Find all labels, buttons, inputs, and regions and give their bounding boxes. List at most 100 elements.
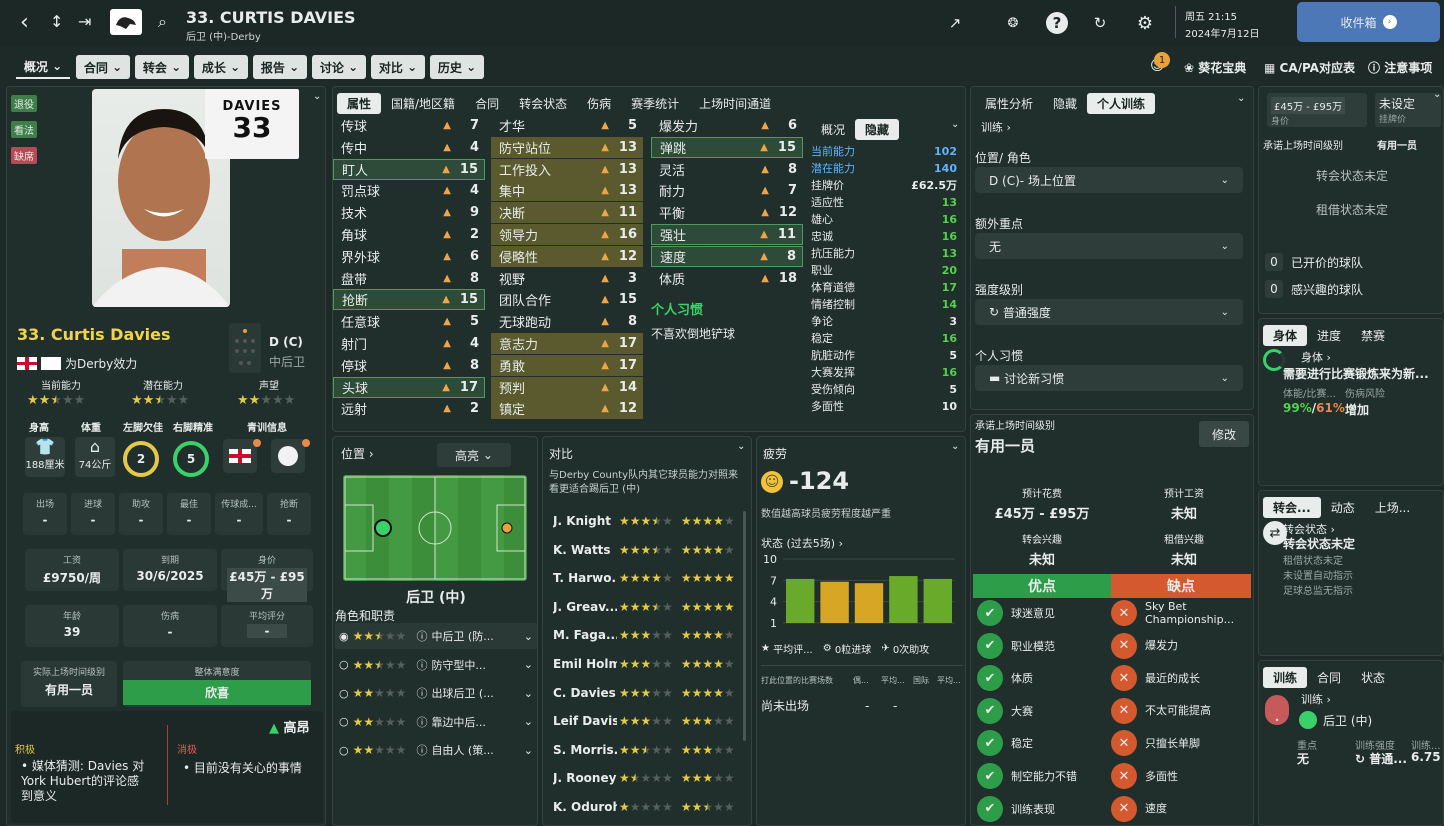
menu-history[interactable]: 历史 ⌄ — [430, 55, 484, 79]
tab-attr-analysis[interactable]: 属性分析 — [975, 93, 1043, 114]
chevron-down-icon[interactable]: ⌄ — [524, 658, 533, 671]
attribute-row[interactable]: 侵略性 ▲ 12 — [491, 245, 643, 267]
tag-absent[interactable]: 缺席 — [11, 147, 37, 164]
radio-icon[interactable]: ○ — [339, 715, 349, 728]
form-bar[interactable] — [786, 578, 815, 623]
chevron-down-icon[interactable]: ⌄ — [524, 744, 533, 757]
tag-retire[interactable]: 退役 — [11, 95, 37, 112]
form-bar[interactable] — [889, 576, 918, 623]
form-bar[interactable] — [820, 581, 849, 623]
bids-row[interactable]: 0 已开价的球队 — [1265, 253, 1363, 271]
attribute-row[interactable]: 罚点球 ▲ 4 — [333, 180, 485, 201]
attribute-row[interactable]: 头球 ▲ 17 — [333, 376, 485, 398]
rocket-icon[interactable]: ↗ — [944, 12, 966, 34]
tab-season-stats[interactable]: 赛季统计 — [621, 93, 689, 114]
attribute-row[interactable]: 爆发力 ▲ 6 — [651, 115, 803, 136]
info-icon[interactable]: ⓘ — [416, 657, 427, 673]
attribute-row[interactable]: 射门 ▲ 4 — [333, 333, 485, 354]
tab-injury[interactable]: 伤病 — [577, 93, 621, 114]
chevron-down-icon[interactable]: ⌄ — [951, 119, 959, 130]
role-row[interactable]: ○ ★★★★★ ⓘ 靠边中后... ⌄ — [335, 709, 537, 735]
tab-attributes[interactable]: 属性 — [337, 93, 382, 114]
compare-player-row[interactable]: S. Morris...★★★★★★★★★★ — [553, 738, 747, 762]
chevron-down-icon[interactable]: ⌄ — [524, 630, 533, 643]
tab-appearances[interactable]: 上场... — [1365, 497, 1420, 518]
chevron-down-icon[interactable]: ⌄ — [1433, 89, 1441, 100]
attribute-row[interactable]: 意志力 ▲ 17 — [491, 333, 643, 354]
radio-icon[interactable]: ◉ — [339, 630, 349, 643]
highlight-dropdown[interactable]: 高亮 ⌄ — [437, 443, 511, 467]
menu-reports[interactable]: 报告 ⌄ — [253, 55, 307, 79]
menu-contract[interactable]: 合同 ⌄ — [76, 55, 130, 79]
tab-suspension[interactable]: 禁赛 — [1351, 325, 1395, 346]
tab-transfer-status[interactable]: 转会状态 — [509, 93, 577, 114]
attribute-row[interactable]: 无球跑动 ▲ 8 — [491, 311, 643, 332]
attribute-row[interactable]: 灵活 ▲ 8 — [651, 159, 803, 180]
tab-transfer-2[interactable]: 转会... — [1263, 497, 1321, 518]
link-notes[interactable]: ⓘ 注意事项 — [1368, 59, 1432, 76]
compare-player-row[interactable]: M. Faga... ★★★★★ ★★★★★ — [553, 623, 747, 647]
attribute-row[interactable]: 强壮 ▲ 11 — [651, 224, 803, 245]
attribute-row[interactable]: 盯人 ▲ 15 — [333, 158, 485, 180]
tab-progress[interactable]: 进度 — [1307, 325, 1351, 346]
intensity-dropdown[interactable]: ↻ 普通强度 ⌄ — [975, 299, 1243, 325]
attribute-row[interactable]: 工作投入 ▲ 13 — [491, 158, 643, 180]
tab-nationality[interactable]: 国籍/地区籍 — [381, 93, 465, 114]
attribute-row[interactable]: 速度 ▲ 8 — [651, 245, 803, 267]
tab-hidden[interactable]: 隐藏 — [855, 119, 900, 140]
tab-status[interactable]: 状态 — [1351, 667, 1395, 688]
attribute-row[interactable]: 体质 ▲ 18 — [651, 268, 803, 289]
link-tips[interactable]: ❀ 葵花宝典 — [1184, 59, 1246, 76]
attribute-row[interactable]: 才华 ▲ 5 — [491, 115, 643, 136]
radio-icon[interactable]: ○ — [339, 658, 349, 671]
chevron-down-icon[interactable]: ⌄ — [951, 441, 959, 452]
chevron-down-icon[interactable]: ⌄ — [524, 715, 533, 728]
training-position-dropdown[interactable]: D (C)- 场上位置 ⌄ — [975, 167, 1243, 193]
settings-gear-icon[interactable]: ⚙ — [1134, 12, 1156, 34]
search-icon[interactable]: ⌕ — [158, 12, 167, 32]
habit-dropdown[interactable]: ▬ 讨论新习惯 ⌄ — [975, 365, 1243, 391]
attribute-row[interactable]: 团队合作 ▲ 15 — [491, 289, 643, 310]
link-capa[interactable]: ▦ CA/PA对应表 — [1264, 59, 1355, 76]
edit-button[interactable]: 修改 — [1199, 421, 1249, 447]
menu-discuss[interactable]: 讨论 ⌄ — [312, 55, 366, 79]
tab-training[interactable]: 训练 — [1263, 667, 1308, 688]
attribute-row[interactable]: 技术 ▲ 9 — [333, 202, 485, 223]
attribute-row[interactable]: 盘带 ▲ 8 — [333, 268, 485, 289]
attribute-row[interactable]: 耐力 ▲ 7 — [651, 180, 803, 201]
chevron-down-icon[interactable]: ⌄ — [737, 441, 745, 452]
attribute-row[interactable]: 界外球 ▲ 6 — [333, 246, 485, 267]
attribute-row[interactable]: 任意球 ▲ 5 — [333, 311, 485, 332]
attribute-row[interactable]: 勇敢 ▲ 17 — [491, 354, 643, 376]
attribute-row[interactable]: 传球 ▲ 7 — [333, 115, 485, 136]
chevron-down-icon[interactable]: ⌄ — [1237, 93, 1245, 104]
training-summary-link[interactable]: 训练 › — [1301, 691, 1331, 707]
menu-transfer[interactable]: 转会 ⌄ — [135, 55, 189, 79]
role-row[interactable]: ○ ★★★★★ ⓘ 自由人 (策... ⌄ — [335, 737, 537, 763]
tab-summary[interactable]: 概况 — [811, 119, 855, 140]
info-icon[interactable]: ⓘ — [416, 742, 427, 758]
role-row[interactable]: ○ ★★★★★ ⓘ 防守型中... ⌄ — [335, 652, 537, 678]
tag-opinion[interactable]: 看法 — [11, 121, 37, 138]
help-icon[interactable]: ? — [1046, 12, 1068, 34]
radio-icon[interactable]: ○ — [339, 687, 349, 700]
form-bar[interactable] — [923, 578, 952, 623]
tab-personal-training[interactable]: 个人训练 — [1087, 93, 1156, 114]
compare-player-row[interactable]: K. Watts ★★★★★ ★★★★★ — [553, 538, 747, 562]
compare-player-row[interactable]: Emil Holm ★★★★★ ★★★★★ — [553, 652, 747, 676]
attribute-row[interactable]: 领导力 ▲ 16 — [491, 224, 643, 245]
chevron-down-icon[interactable]: ⌄ — [313, 91, 321, 102]
skip-icon[interactable]: ⇥ — [78, 12, 91, 31]
attribute-row[interactable]: 决断 ▲ 11 — [491, 202, 643, 224]
interested-row[interactable]: 0 感兴趣的球队 — [1265, 280, 1363, 298]
tab-contract-2[interactable]: 合同 — [1307, 667, 1351, 688]
info-icon[interactable]: ⓘ — [416, 628, 427, 644]
attribute-row[interactable]: 镇定 ▲ 12 — [491, 398, 643, 420]
attribute-row[interactable]: 防守站位 ▲ 13 — [491, 136, 643, 158]
attribute-row[interactable]: 远射 ▲ 2 — [333, 398, 485, 419]
role-row[interactable]: ○ ★★★★★ ⓘ 出球后卫 (... ⌄ — [335, 680, 537, 706]
tab-playtime[interactable]: 上场时间通道 — [689, 93, 781, 114]
compare-player-row[interactable]: K. Oduroh ★★★★★ ★★★★★ — [553, 795, 747, 819]
tab-contract[interactable]: 合同 — [465, 93, 509, 114]
attribute-row[interactable]: 抢断 ▲ 15 — [333, 289, 485, 311]
